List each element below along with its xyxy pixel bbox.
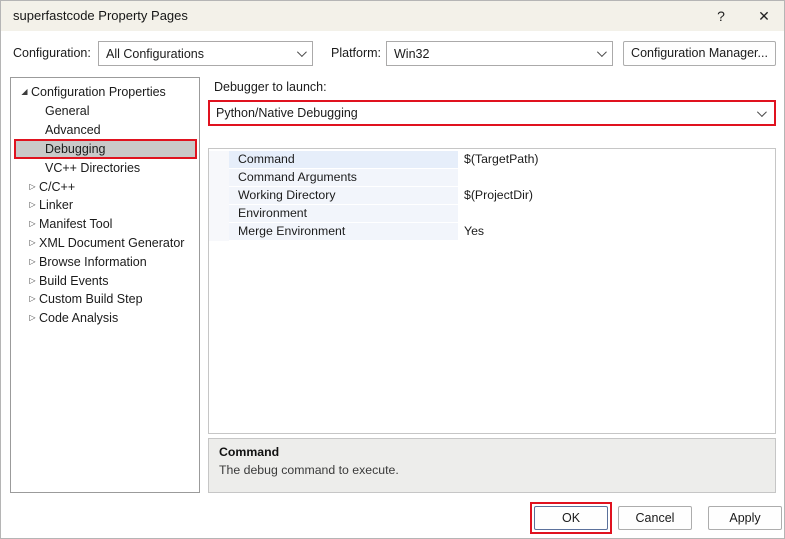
debugger-to-launch-label: Debugger to launch: [214, 80, 327, 94]
tree-item-linker[interactable]: ▷ Linker [11, 196, 199, 215]
property-value[interactable]: Yes [458, 223, 775, 241]
tree-collapsed-icon[interactable]: ▷ [26, 253, 39, 272]
property-tree: ◢ Configuration Properties General Advan… [10, 77, 200, 493]
tree-item-label: C/C++ [39, 178, 75, 197]
debugger-dropdown-value: Python/Native Debugging [216, 106, 757, 120]
property-name[interactable]: Merge Environment [229, 223, 458, 241]
platform-label: Platform: [331, 41, 381, 66]
description-text: The debug command to execute. [219, 463, 765, 477]
tree-item-manifest-tool[interactable]: ▷ Manifest Tool [11, 215, 199, 234]
ok-button-highlight: OK [530, 502, 612, 534]
tree-item-vcpp-directories[interactable]: VC++ Directories [11, 159, 199, 178]
tree-item-label: Configuration Properties [31, 83, 166, 102]
tree-item-xml-document-generator[interactable]: ▷ XML Document Generator [11, 234, 199, 253]
debugger-dropdown[interactable]: Python/Native Debugging [208, 100, 776, 126]
description-title: Command [219, 445, 765, 459]
tree-item-general[interactable]: General [11, 102, 199, 121]
close-icon[interactable]: ✕ [749, 1, 779, 31]
row-gutter [209, 187, 229, 205]
platform-dropdown-value: Win32 [394, 47, 597, 61]
tree-item-label: Linker [39, 196, 73, 215]
platform-dropdown[interactable]: Win32 [386, 41, 613, 66]
property-value[interactable] [458, 169, 775, 187]
tree-item-configuration-properties[interactable]: ◢ Configuration Properties [11, 83, 199, 102]
property-row-command-arguments[interactable]: Command Arguments [209, 169, 775, 187]
chevron-down-icon [297, 47, 307, 57]
tree-item-label: Manifest Tool [39, 215, 112, 234]
property-grid: Command $(TargetPath) Command Arguments … [208, 148, 776, 434]
property-row-merge-environment[interactable]: Merge Environment Yes [209, 223, 775, 241]
tree-item-label: VC++ Directories [45, 159, 140, 178]
title-bar: superfastcode Property Pages ? ✕ [1, 1, 784, 31]
tree-item-label: Build Events [39, 272, 108, 291]
property-pages-dialog: superfastcode Property Pages ? ✕ Configu… [0, 0, 785, 539]
property-description-panel: Command The debug command to execute. [208, 438, 776, 493]
row-gutter [209, 223, 229, 241]
tree-expanded-icon[interactable]: ◢ [18, 83, 31, 102]
tree-item-c-cpp[interactable]: ▷ C/C++ [11, 178, 199, 197]
property-row-environment[interactable]: Environment [209, 205, 775, 223]
tree-item-label: Custom Build Step [39, 290, 143, 309]
property-row-command[interactable]: Command $(TargetPath) [209, 151, 775, 169]
configuration-dropdown-value: All Configurations [106, 47, 297, 61]
property-name[interactable]: Command [229, 151, 458, 169]
row-gutter [209, 169, 229, 187]
tree-item-build-events[interactable]: ▷ Build Events [11, 272, 199, 291]
ok-button[interactable]: OK [534, 506, 608, 530]
row-gutter [209, 151, 229, 169]
tree-item-browse-information[interactable]: ▷ Browse Information [11, 253, 199, 272]
tree-item-code-analysis[interactable]: ▷ Code Analysis [11, 309, 199, 328]
tree-item-label: Advanced [45, 121, 101, 140]
tree-collapsed-icon[interactable]: ▷ [26, 234, 39, 253]
tree-collapsed-icon[interactable]: ▷ [26, 196, 39, 215]
configuration-dropdown[interactable]: All Configurations [98, 41, 313, 66]
apply-button[interactable]: Apply [708, 506, 782, 530]
tree-item-label: XML Document Generator [39, 234, 184, 253]
property-value[interactable]: $(ProjectDir) [458, 187, 775, 205]
tree-item-label: Debugging [45, 142, 105, 157]
help-icon[interactable]: ? [707, 1, 735, 31]
tree-item-debugging[interactable]: Debugging [14, 139, 197, 159]
property-name[interactable]: Environment [229, 205, 458, 223]
tree-collapsed-icon[interactable]: ▷ [26, 290, 39, 309]
tree-collapsed-icon[interactable]: ▷ [26, 215, 39, 234]
tree-item-label: General [45, 102, 89, 121]
tree-collapsed-icon[interactable]: ▷ [26, 309, 39, 328]
property-name[interactable]: Working Directory [229, 187, 458, 205]
tree-item-label: Browse Information [39, 253, 147, 272]
property-row-working-directory[interactable]: Working Directory $(ProjectDir) [209, 187, 775, 205]
tree-item-custom-build-step[interactable]: ▷ Custom Build Step [11, 290, 199, 309]
tree-collapsed-icon[interactable]: ▷ [26, 272, 39, 291]
configuration-label: Configuration: [13, 41, 91, 66]
chevron-down-icon [597, 47, 607, 57]
property-name[interactable]: Command Arguments [229, 169, 458, 187]
property-value[interactable] [458, 205, 775, 223]
row-gutter [209, 205, 229, 223]
chevron-down-icon [757, 107, 767, 117]
cancel-button[interactable]: Cancel [618, 506, 692, 530]
window-title: superfastcode Property Pages [13, 1, 188, 31]
tree-item-label: Code Analysis [39, 309, 118, 328]
configuration-manager-button[interactable]: Configuration Manager... [623, 41, 776, 66]
property-value[interactable]: $(TargetPath) [458, 151, 775, 169]
tree-collapsed-icon[interactable]: ▷ [26, 178, 39, 197]
tree-item-advanced[interactable]: Advanced [11, 121, 199, 140]
